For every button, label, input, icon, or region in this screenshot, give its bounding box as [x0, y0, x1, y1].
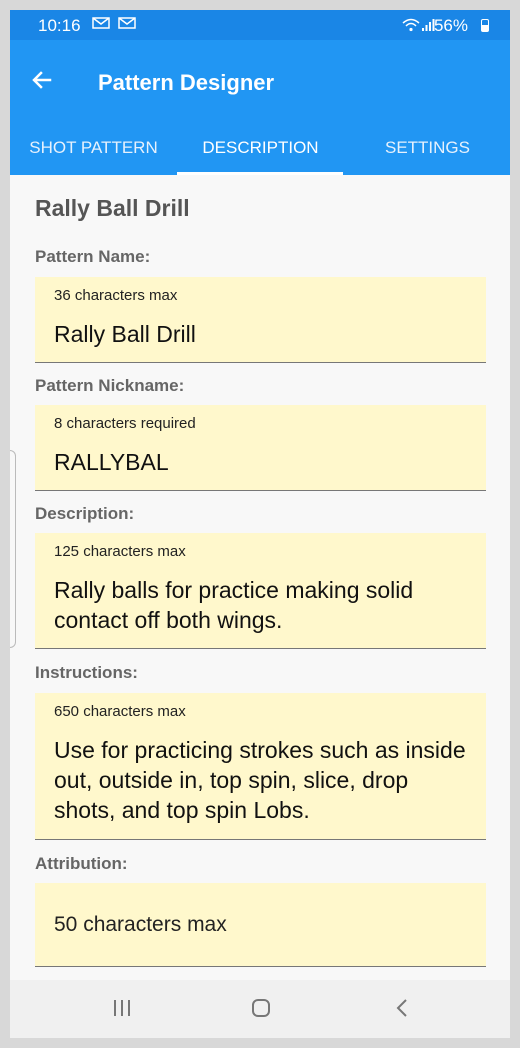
back-icon[interactable]	[395, 998, 409, 1018]
pattern-name-field[interactable]: 36 characters max Rally Ball Drill	[35, 277, 486, 363]
status-bar: 10:16 56%	[10, 10, 510, 40]
attribution-label: Attribution:	[35, 854, 128, 873]
description-value: Rally balls for practice making solid co…	[54, 577, 414, 633]
pattern-name-hint: 36 characters max	[54, 287, 178, 304]
tab-description[interactable]: DESCRIPTION	[177, 120, 344, 175]
wifi-icon	[402, 18, 420, 35]
edge-panel-handle[interactable]	[10, 450, 16, 648]
instructions-field[interactable]: 650 characters max Use for practicing st…	[35, 693, 486, 840]
battery-icon	[481, 19, 489, 32]
pattern-nickname-field[interactable]: 8 characters required RALLYBAL	[35, 405, 486, 491]
mail-icon	[92, 17, 110, 29]
mail-icon	[118, 17, 136, 29]
signal-icon	[421, 18, 435, 35]
form-content: Rally Ball Drill Pattern Name: 36 charac…	[10, 175, 510, 990]
pattern-nickname-hint: 8 characters required	[54, 415, 196, 432]
description-field[interactable]: 125 characters max Rally balls for pract…	[35, 533, 486, 649]
tab-bar: SHOT PATTERN DESCRIPTION SETTINGS	[10, 120, 510, 175]
home-icon[interactable]	[252, 999, 270, 1017]
attribution-field[interactable]: 50 characters max	[35, 883, 486, 967]
attribution-placeholder: 50 characters max	[54, 913, 227, 936]
description-label: Description:	[35, 504, 135, 523]
pattern-name-value: Rally Ball Drill	[54, 321, 196, 347]
pattern-nickname-label: Pattern Nickname:	[35, 376, 185, 395]
app-bar: Pattern Designer SHOT PATTERN DESCRIPTIO…	[10, 40, 510, 175]
recent-apps-icon[interactable]	[112, 999, 132, 1017]
pattern-name-label: Pattern Name:	[35, 247, 151, 266]
status-time: 10:16	[38, 16, 81, 35]
tab-settings[interactable]: SETTINGS	[344, 120, 510, 175]
page-title: Rally Ball Drill	[35, 195, 190, 221]
battery-percent: 56%	[433, 16, 468, 35]
description-hint: 125 characters max	[54, 543, 186, 560]
app-title: Pattern Designer	[98, 70, 275, 95]
system-nav-bar	[10, 980, 510, 1038]
instructions-label: Instructions:	[35, 663, 138, 682]
instructions-value: Use for practicing strokes such as insid…	[54, 737, 466, 823]
instructions-hint: 650 characters max	[54, 703, 186, 720]
pattern-nickname-value: RALLYBAL	[54, 449, 169, 475]
arrow-left-icon[interactable]	[30, 68, 54, 92]
tab-shot-pattern[interactable]: SHOT PATTERN	[10, 120, 177, 175]
phone-screen: 10:16 56% Pattern Designer SHOT PATTERN …	[10, 10, 510, 1038]
notification-icons	[92, 16, 136, 33]
